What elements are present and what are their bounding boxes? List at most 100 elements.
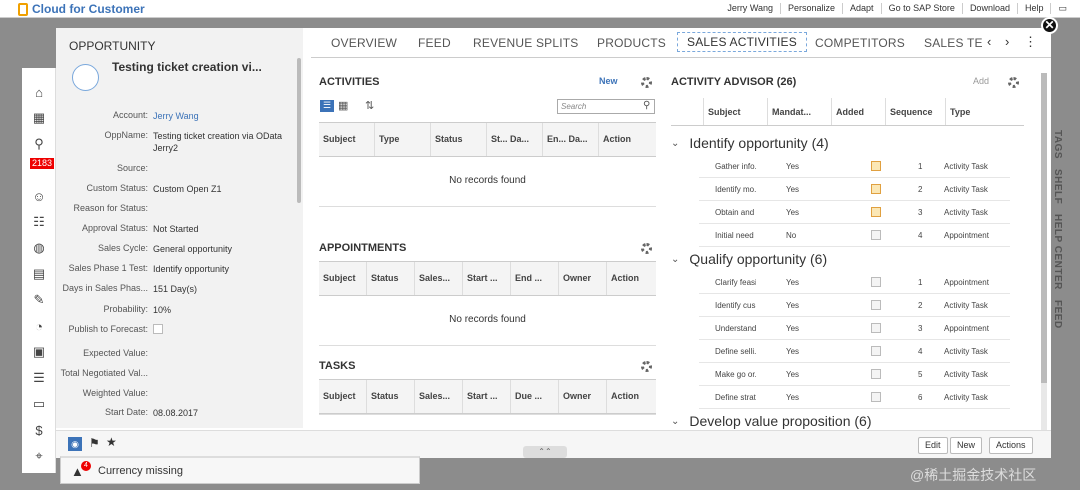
publish-checkbox[interactable]	[153, 324, 163, 334]
tab-revenue-splits[interactable]: REVENUE SPLITS	[473, 36, 579, 50]
list-view-icon[interactable]: ☰	[320, 100, 334, 112]
col-sales[interactable]: Sales...	[415, 380, 463, 413]
chevron-down-icon[interactable]: ⌄	[671, 251, 679, 267]
added-checkbox[interactable]	[871, 369, 881, 379]
col-action[interactable]: Action	[607, 262, 656, 295]
search-icon[interactable]: ⚲	[643, 100, 650, 111]
list-icon[interactable]: ☰	[31, 370, 47, 386]
flag-icon[interactable]: ⚑	[89, 436, 100, 450]
analytics-icon[interactable]: ◔	[31, 318, 47, 334]
tab-sales-team[interactable]: SALES TE	[924, 36, 983, 50]
col-start-date[interactable]: St... Da...	[487, 123, 543, 156]
map-pin-icon[interactable]: ⌖	[31, 448, 47, 464]
added-checkbox[interactable]	[871, 346, 881, 356]
advisor-add-button[interactable]: Add	[973, 76, 989, 86]
edit-button[interactable]: Edit	[918, 437, 948, 454]
search-input[interactable]: Search	[557, 99, 655, 114]
tab-products[interactable]: PRODUCTS	[597, 36, 666, 50]
added-checkbox[interactable]	[871, 300, 881, 310]
chat-icon[interactable]: ▣	[31, 344, 47, 360]
calendar-icon[interactable]: ▦	[31, 110, 47, 126]
personalize-link[interactable]: Personalize	[780, 3, 842, 14]
tab-feed[interactable]: FEED	[418, 36, 451, 50]
tab-competitors[interactable]: COMPETITORS	[815, 36, 905, 50]
actions-button[interactable]: Actions	[989, 437, 1033, 454]
col-type[interactable]: Type	[375, 123, 431, 156]
sidebar-shelf[interactable]: SHELF	[1052, 169, 1063, 204]
scrollbar-thumb[interactable]	[1041, 73, 1047, 383]
col-action[interactable]: Action	[599, 123, 656, 156]
advisor-row[interactable]: Gather info...Yes1Activity Task	[699, 155, 1010, 178]
chart-icon[interactable]: ▤	[31, 266, 47, 282]
advisor-scrollbar[interactable]	[1041, 73, 1047, 448]
col-start[interactable]: Start ...	[463, 380, 511, 413]
chevron-down-icon[interactable]: ⌄	[671, 413, 679, 429]
col-owner[interactable]: Owner	[559, 262, 607, 295]
window-icon[interactable]: ▭	[1050, 3, 1074, 14]
sort-icon[interactable]: ⇅	[365, 99, 374, 112]
col-end-date[interactable]: En... Da...	[543, 123, 599, 156]
close-icon[interactable]: ✕	[1041, 17, 1058, 34]
group-identify[interactable]: ⌄ Identify opportunity (4)	[671, 135, 829, 151]
added-checkbox[interactable]	[871, 161, 881, 171]
grid-view-icon[interactable]: ▦	[338, 99, 348, 112]
collapse-handle-icon[interactable]: ⌃⌃	[523, 446, 567, 458]
added-checkbox[interactable]	[871, 230, 881, 240]
col-due[interactable]: Due ...	[511, 380, 559, 413]
col-sequence[interactable]: Sequence	[886, 98, 946, 125]
col-subject[interactable]: Subject	[704, 98, 768, 125]
advisor-row[interactable]: Identify cus...Yes2Activity Task	[699, 294, 1010, 317]
advisor-row[interactable]: Clarify feasi...Yes1Appointment	[699, 271, 1010, 294]
col-subject[interactable]: Subject	[319, 380, 367, 413]
advisor-row[interactable]: Define strat...Yes6Activity Task	[699, 386, 1010, 409]
col-action[interactable]: Action	[607, 380, 656, 413]
dollar-icon[interactable]: $	[31, 422, 47, 438]
new-button[interactable]: New	[950, 437, 983, 454]
added-checkbox[interactable]	[871, 392, 881, 402]
col-subject[interactable]: Subject	[319, 262, 367, 295]
user-icon[interactable]: ☺	[31, 188, 47, 204]
tab-overview[interactable]: OVERVIEW	[331, 36, 397, 50]
advisor-row[interactable]: Identify mo...Yes2Activity Task	[699, 178, 1010, 201]
col-type[interactable]: Type	[946, 98, 1024, 125]
tab-next-icon[interactable]: ›	[1005, 34, 1009, 49]
col-mandatory[interactable]: Mandat...	[768, 98, 832, 125]
people-icon[interactable]: ☷	[31, 214, 47, 230]
advisor-row[interactable]: Initial need ...No4Appointment	[699, 224, 1010, 247]
group-develop[interactable]: ⌄ Develop value proposition (6)	[671, 413, 872, 429]
added-checkbox[interactable]	[871, 207, 881, 217]
col-status[interactable]: Status	[367, 262, 415, 295]
tab-prev-icon[interactable]: ‹	[987, 34, 991, 49]
adapt-link[interactable]: Adapt	[842, 3, 881, 14]
activities-settings-icon[interactable]	[641, 77, 652, 88]
advisor-row[interactable]: Obtain and ...Yes3Activity Task	[699, 201, 1010, 224]
col-end[interactable]: End ...	[511, 262, 559, 295]
col-status[interactable]: Status	[431, 123, 487, 156]
sap-store-link[interactable]: Go to SAP Store	[880, 3, 962, 14]
search-icon[interactable]: ⚲	[31, 136, 47, 152]
col-sales[interactable]: Sales...	[415, 262, 463, 295]
download-link[interactable]: Download	[961, 3, 1017, 14]
home-icon[interactable]: ⌂	[31, 84, 47, 100]
col-added[interactable]: Added	[832, 98, 886, 125]
sidebar-help-center[interactable]: HELP CENTER	[1052, 214, 1063, 290]
chevron-down-icon[interactable]: ⌄	[671, 135, 679, 151]
tab-overflow-icon[interactable]: ⋮	[1024, 34, 1037, 50]
group-qualify[interactable]: ⌄ Qualify opportunity (6)	[671, 251, 827, 267]
tab-sales-activities[interactable]: SALES ACTIVITIES	[677, 32, 807, 52]
brand[interactable]: Cloud for Customer	[18, 2, 145, 16]
added-checkbox[interactable]	[871, 323, 881, 333]
col-subject[interactable]: Subject	[319, 123, 375, 156]
advisor-row[interactable]: Understand...Yes3Appointment	[699, 317, 1010, 340]
added-checkbox[interactable]	[871, 184, 881, 194]
summary-scrollbar[interactable]	[297, 58, 301, 203]
sidebar-tags[interactable]: TAGS	[1052, 130, 1063, 159]
box-icon[interactable]: ▭	[31, 396, 47, 412]
rss-icon[interactable]: ◉	[68, 437, 82, 451]
sidebar-feed[interactable]: FEED	[1052, 300, 1063, 329]
globe-icon[interactable]: ◍	[31, 240, 47, 256]
advisor-row[interactable]: Make go or...Yes5Activity Task	[699, 363, 1010, 386]
added-checkbox[interactable]	[871, 277, 881, 287]
tasks-settings-icon[interactable]	[641, 361, 652, 372]
advisor-settings-icon[interactable]	[1008, 77, 1019, 88]
